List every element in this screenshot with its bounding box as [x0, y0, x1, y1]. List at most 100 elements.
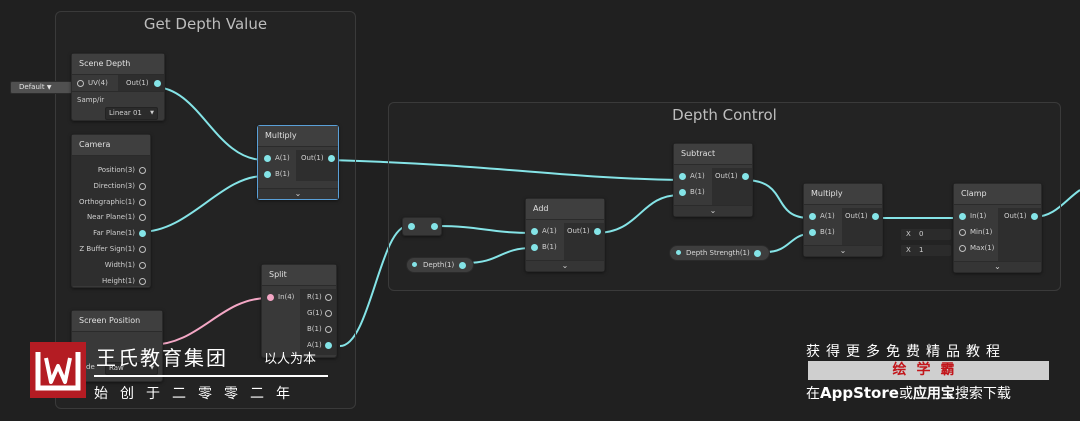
subtract-node[interactable]: Subtract A(1) B(1) Out(1) ⌄	[673, 143, 753, 217]
output-port[interactable]: Out(1)	[296, 150, 338, 166]
node-title: Split	[262, 265, 336, 286]
sampling-dropdown[interactable]: Linear 01 ▼	[105, 107, 158, 120]
output-g-port[interactable]: G(1)	[300, 305, 336, 321]
output-pin-icon[interactable]	[431, 223, 438, 230]
input-pin-icon[interactable]	[531, 228, 538, 235]
output-pin-icon[interactable]	[594, 228, 601, 235]
output-pin-icon[interactable]	[754, 250, 761, 257]
property-label: Depth Strength(1)	[686, 249, 750, 257]
output-pin-icon[interactable]	[139, 167, 146, 174]
input-pin-icon[interactable]	[264, 155, 271, 162]
output-port[interactable]: Out(1)	[842, 208, 882, 224]
output-pin-icon[interactable]	[139, 245, 146, 253]
output-pin-icon[interactable]	[154, 80, 161, 87]
mode-label: de	[86, 363, 95, 371]
camera-port-orthographic[interactable]: Orthographic(1)	[72, 194, 150, 210]
input-pin-icon[interactable]	[408, 223, 415, 230]
output-pin-icon[interactable]	[325, 342, 332, 349]
port-label: B(1)	[542, 243, 557, 251]
output-r-port[interactable]: R(1)	[300, 289, 336, 305]
output-pin-icon[interactable]	[325, 310, 332, 317]
input-b-port[interactable]: B(1)	[674, 184, 712, 200]
input-pin-icon[interactable]	[679, 173, 686, 180]
clamp-max-field[interactable]: X 1	[900, 244, 952, 257]
input-a-port[interactable]: A(1)	[674, 168, 712, 184]
input-in-port[interactable]: In(1)	[954, 208, 998, 224]
expand-chevron-icon[interactable]: ⌄	[674, 205, 752, 216]
input-b-port[interactable]: B(1)	[526, 239, 564, 255]
split-node[interactable]: Split In(4) R(1) G(1) B(1) A(1)	[261, 264, 337, 358]
input-b-port[interactable]: B(1)	[804, 224, 842, 240]
input-max-port[interactable]: Max(1)	[954, 240, 998, 256]
axis-label: X	[906, 230, 911, 238]
expand-chevron-icon[interactable]: ⌄	[526, 260, 604, 271]
output-pin-icon[interactable]	[139, 230, 146, 238]
add-node[interactable]: Add A(1) B(1) Out(1) ⌄	[525, 198, 605, 272]
input-pin-icon[interactable]	[959, 245, 966, 252]
camera-port-direction[interactable]: Direction(3)	[72, 178, 150, 194]
input-pin-icon[interactable]	[959, 229, 966, 236]
input-min-port[interactable]: Min(1)	[954, 224, 998, 240]
out-port[interactable]: Out(1)	[118, 75, 164, 91]
port-label: Out(1)	[845, 212, 868, 220]
output-b-port[interactable]: B(1)	[300, 321, 336, 337]
input-pin-icon[interactable]	[809, 229, 816, 236]
output-pin-icon[interactable]	[742, 173, 749, 180]
depth-property[interactable]: Depth(1)	[406, 257, 474, 273]
output-pin-icon[interactable]	[139, 198, 146, 206]
expand-chevron-icon[interactable]: ⌄	[954, 261, 1041, 272]
input-pin-icon[interactable]	[531, 244, 538, 251]
input-port[interactable]: In(4)	[262, 289, 300, 305]
output-pin-icon[interactable]	[1031, 213, 1038, 220]
depth-strength-property[interactable]: Depth Strength(1)	[669, 245, 770, 261]
brand-logo-mark	[35, 352, 81, 391]
input-pin-icon[interactable]	[959, 213, 966, 220]
output-pin-icon[interactable]	[139, 214, 146, 222]
promo-line-3: 在AppStore或应用宝搜索下载	[806, 383, 1011, 403]
camera-port-zbuffer-sign[interactable]: Z Buffer Sign(1)	[72, 241, 150, 257]
port-label: B(1)	[307, 325, 322, 333]
camera-port-position[interactable]: Position(3)	[72, 162, 150, 178]
input-pin-icon[interactable]	[267, 294, 274, 301]
output-port[interactable]: Out(1)	[712, 168, 752, 184]
float-node[interactable]	[402, 217, 442, 236]
promo-prefix: 在	[806, 386, 820, 402]
output-port[interactable]: Out(1)	[564, 223, 604, 239]
property-label: Depth(1)	[423, 261, 455, 269]
node-title: Multiply	[804, 184, 882, 205]
output-pin-icon[interactable]	[325, 326, 332, 333]
output-pin-icon[interactable]	[328, 155, 335, 162]
multiply-node-1[interactable]: Multiply A(1) B(1) Out(1) ⌄	[257, 125, 339, 200]
input-pin-icon[interactable]	[77, 80, 84, 87]
multiply-node-2[interactable]: Multiply A(1) B(1) Out(1) ⌄	[803, 183, 883, 257]
input-pin-icon[interactable]	[679, 189, 686, 196]
clamp-min-field[interactable]: X 0	[900, 228, 952, 241]
default-dropdown[interactable]: Default ▼	[10, 81, 75, 94]
camera-node[interactable]: Camera Position(3) Direction(3) Orthogra…	[71, 134, 151, 288]
clamp-node[interactable]: Clamp In(1) Min(1) Max(1) Out(1) ⌄	[953, 183, 1042, 273]
node-title: Subtract	[674, 144, 752, 165]
output-pin-icon[interactable]	[325, 294, 332, 301]
output-pin-icon[interactable]	[139, 182, 146, 190]
port-label: Out(1)	[567, 227, 590, 235]
uv-input-port[interactable]: UV(4)	[72, 75, 118, 91]
input-a-port[interactable]: A(1)	[804, 208, 842, 224]
output-pin-icon[interactable]	[139, 277, 146, 285]
output-port[interactable]: Out(1)	[998, 208, 1041, 224]
output-pin-icon[interactable]	[139, 261, 146, 269]
input-a-port[interactable]: A(1)	[526, 223, 564, 239]
port-label: A(1)	[820, 212, 835, 220]
output-pin-icon[interactable]	[872, 213, 879, 220]
input-pin-icon[interactable]	[264, 171, 271, 178]
scene-depth-node[interactable]: Scene Depth UV(4) Out(1) Samp/ir Linear …	[71, 53, 165, 121]
output-pin-icon[interactable]	[459, 262, 466, 269]
input-pin-icon[interactable]	[809, 213, 816, 220]
camera-port-far-plane[interactable]: Far Plane(1)	[72, 225, 150, 241]
expand-chevron-icon[interactable]: ⌄	[804, 245, 882, 256]
expand-chevron-icon[interactable]: ⌄	[258, 188, 338, 199]
camera-port-near-plane[interactable]: Near Plane(1)	[72, 209, 150, 225]
input-a-port[interactable]: A(1)	[258, 150, 296, 166]
input-b-port[interactable]: B(1)	[258, 166, 296, 182]
camera-port-width[interactable]: Width(1)	[72, 257, 150, 273]
camera-port-height[interactable]: Height(1)	[72, 273, 150, 289]
